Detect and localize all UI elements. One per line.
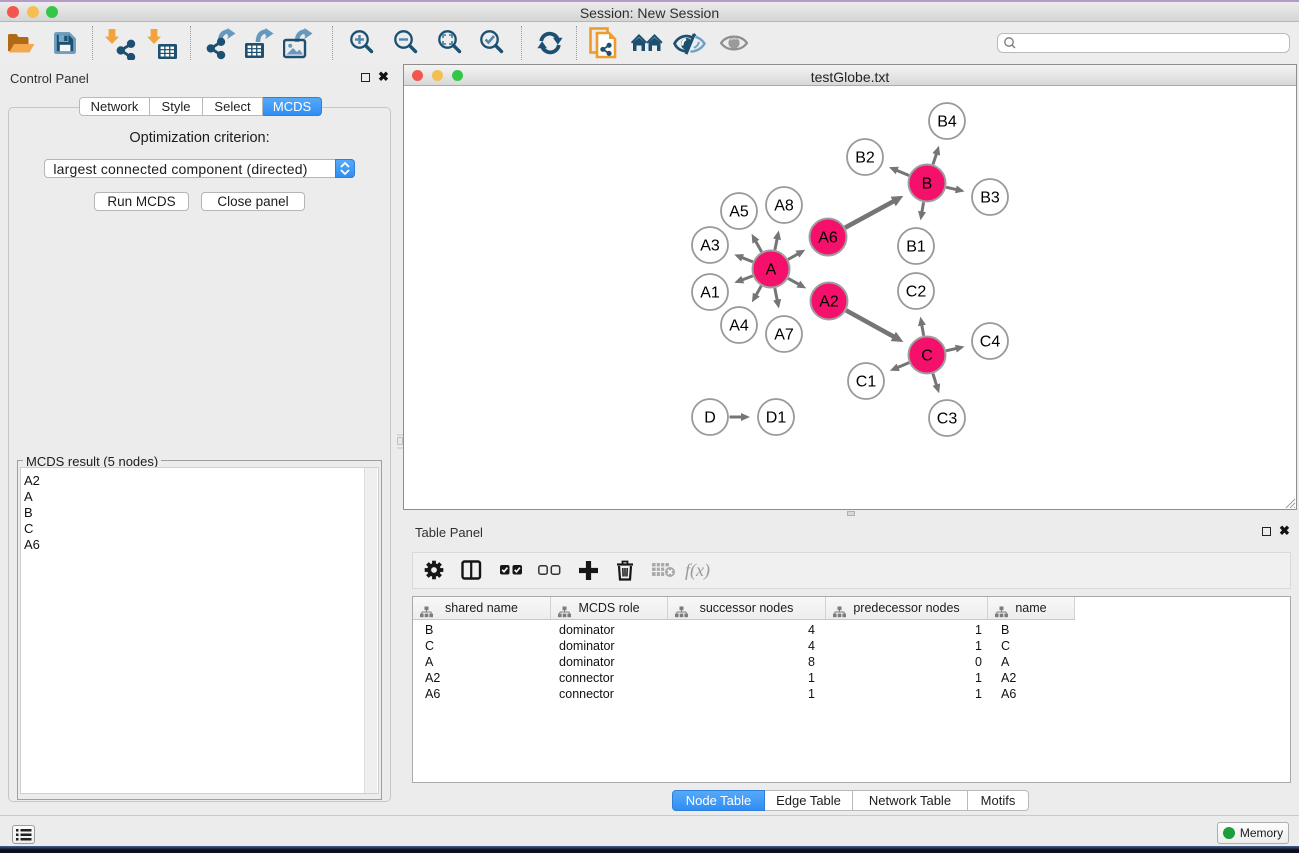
- svg-text:A4: A4: [729, 318, 749, 335]
- svg-text:B4: B4: [937, 114, 957, 131]
- svg-text:C: C: [921, 348, 933, 365]
- svg-text:B1: B1: [906, 239, 926, 256]
- svg-text:B3: B3: [980, 190, 1000, 207]
- svg-text:C2: C2: [906, 284, 927, 301]
- svg-text:A2: A2: [819, 294, 839, 311]
- svg-text:C1: C1: [856, 374, 877, 391]
- svg-text:C3: C3: [937, 411, 958, 428]
- svg-text:A6: A6: [818, 230, 838, 247]
- svg-text:A1: A1: [700, 285, 720, 302]
- svg-text:A: A: [766, 262, 777, 279]
- svg-text:A5: A5: [729, 204, 749, 221]
- svg-text:B: B: [922, 176, 933, 193]
- svg-text:A3: A3: [700, 238, 720, 255]
- svg-text:C4: C4: [980, 334, 1001, 351]
- svg-text:A8: A8: [774, 198, 794, 215]
- svg-text:D: D: [704, 410, 716, 427]
- svg-text:A7: A7: [774, 327, 794, 344]
- svg-text:D1: D1: [766, 410, 787, 427]
- svg-text:B2: B2: [855, 150, 875, 167]
